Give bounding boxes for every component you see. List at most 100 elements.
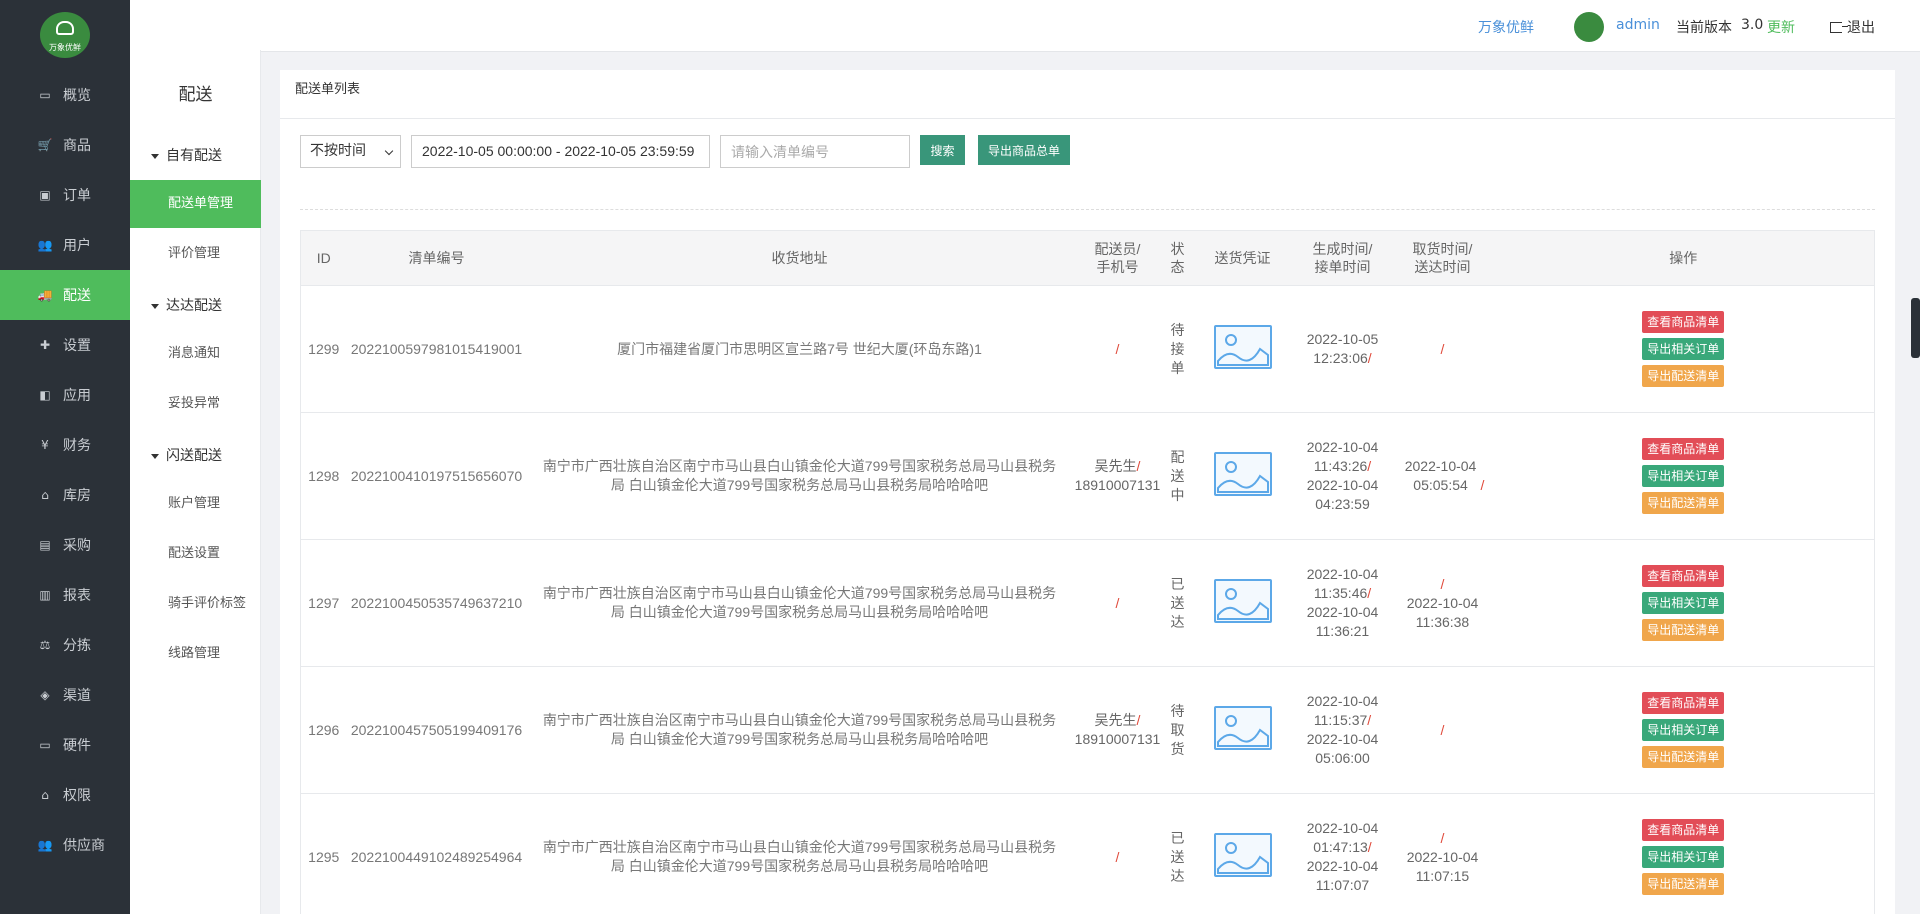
cell-status: 待接单 [1162, 285, 1193, 413]
accepted-time: 11:07:07 [1315, 877, 1370, 893]
image-placeholder-icon[interactable] [1213, 451, 1272, 496]
search-button[interactable]: 搜索 [920, 135, 965, 165]
view-items-button[interactable]: 查看商品清单 [1642, 311, 1725, 333]
export-delivery-button[interactable]: 导出配送清单 [1642, 746, 1725, 768]
col-created: 生成时间/接单时间 [1292, 230, 1393, 286]
bus-icon: ▤ [39, 538, 51, 552]
cell-ops: 查看商品清单 导出相关订单 导出配送清单 [1492, 412, 1875, 540]
nav-item-4[interactable]: 🚚 配送 [0, 270, 130, 320]
app-icon: ◧ [39, 388, 51, 402]
cell-order-no: 2022100450535749637210 [346, 539, 527, 667]
top-bar: 万象优鲜 admin 当前版本 3.0 更新 退出 [130, 0, 1920, 52]
export-orders-button[interactable]: 导出相关订单 [1642, 465, 1725, 487]
created-date: 2022-10-05 [1306, 331, 1379, 347]
nav-item-13[interactable]: ▭ 硬件 [0, 720, 130, 770]
created-date: 2022-10-04 [1306, 693, 1379, 709]
nav-item-10[interactable]: ▥ 报表 [0, 570, 130, 620]
status-char: 已 [1170, 829, 1185, 846]
cell-order-no: 2022100410197515656070 [346, 412, 527, 540]
export-orders-button[interactable]: 导出相关订单 [1642, 592, 1725, 614]
subnav-group-dada[interactable]: 达达配送 [151, 295, 222, 315]
nav-item-14[interactable]: ⌂ 权限 [0, 770, 130, 820]
cell-address: 南宁市广西壮族自治区南宁市马山县白山镇金伦大道799号国家税务总局马山县税务局 … [526, 793, 1073, 914]
subnav-group-flash[interactable]: 闪送配送 [151, 445, 222, 465]
scrollbar-thumb[interactable] [1911, 298, 1920, 358]
subnav-item-notifications[interactable]: 消息通知 [130, 330, 261, 378]
nav-item-8[interactable]: ⌂ 库房 [0, 470, 130, 520]
brand-link[interactable]: 万象优鲜 [1478, 17, 1534, 37]
separator: / [1115, 340, 1120, 357]
monitor-icon: ▭ [39, 88, 51, 102]
logo[interactable]: 万象优鲜 [40, 12, 90, 58]
nav-item-12[interactable]: ◈ 渠道 [0, 670, 130, 720]
subnav-group-own[interactable]: 自有配送 [151, 145, 222, 165]
export-delivery-button[interactable]: 导出配送清单 [1642, 873, 1725, 895]
user-name[interactable]: admin [1616, 17, 1660, 33]
bank-icon: ⌂ [41, 788, 49, 802]
export-delivery-button[interactable]: 导出配送清单 [1642, 619, 1725, 641]
nav-item-2[interactable]: ▣ 订单 [0, 170, 130, 220]
view-items-button[interactable]: 查看商品清单 [1642, 565, 1725, 587]
subnav-item-reviews[interactable]: 评价管理 [130, 230, 261, 278]
cell-ops: 查看商品清单 导出相关订单 导出配送清单 [1492, 285, 1875, 413]
address-text: 南宁市广西壮族自治区南宁市马山县白山镇金伦大道799号国家税务总局马山县税务局 … [542, 458, 1057, 493]
nav-item-label: 采购 [63, 538, 91, 554]
nav-item-11[interactable]: ⚖ 分拣 [0, 620, 130, 670]
separator: / [1115, 594, 1120, 611]
status-char: 待 [1170, 702, 1185, 719]
subnav-item-rider-tags[interactable]: 骑手评价标签 [130, 580, 261, 628]
subnav-item-account[interactable]: 账户管理 [130, 480, 261, 528]
table-header-row: ID 清单编号 收货地址 配送员/手机号 状态 送货凭证 生成时间/接单时间 取… [300, 230, 1875, 286]
nav-item-5[interactable]: ✚ 设置 [0, 320, 130, 370]
courier-phone: 18910007131 [1074, 477, 1161, 493]
image-placeholder-icon[interactable] [1213, 324, 1272, 369]
logo-text: 万象优鲜 [49, 43, 81, 52]
address-text: 厦门市福建省厦门市思明区宣兰路7号 世纪大厦(环岛东路)1 [617, 340, 982, 357]
nav-item-1[interactable]: 🛒 商品 [0, 120, 130, 170]
image-placeholder-icon[interactable] [1213, 832, 1272, 877]
nav-item-0[interactable]: ▭ 概览 [0, 70, 130, 120]
order-number-search-input[interactable] [720, 135, 910, 168]
nav-item-9[interactable]: ▤ 采购 [0, 520, 130, 570]
scrollbar-track[interactable] [1905, 52, 1920, 914]
image-placeholder-icon[interactable] [1213, 578, 1272, 623]
main-panel: 配送单列表 不按时间 2022-10-05 00:00:00 - 2022-10… [280, 70, 1895, 914]
col-status: 状态 [1162, 230, 1193, 286]
nav-item-label: 设置 [63, 338, 91, 354]
cell-order-no: 2022100449102489254964 [346, 793, 527, 914]
export-orders-button[interactable]: 导出相关订单 [1642, 719, 1725, 741]
nav-item-7[interactable]: ¥ 财务 [0, 420, 130, 470]
date-range-input[interactable]: 2022-10-05 00:00:00 - 2022-10-05 23:59:5… [411, 135, 710, 168]
export-orders-button[interactable]: 导出相关订单 [1642, 846, 1725, 868]
export-orders-button[interactable]: 导出相关订单 [1642, 338, 1725, 360]
divider [280, 118, 1895, 119]
view-items-button[interactable]: 查看商品清单 [1642, 438, 1725, 460]
nav-item-15[interactable]: 👥 供应商 [0, 820, 130, 870]
nav-item-6[interactable]: ◧ 应用 [0, 370, 130, 420]
view-items-button[interactable]: 查看商品清单 [1642, 692, 1725, 714]
avatar[interactable] [1574, 12, 1604, 42]
nav-item-3[interactable]: 👥 用户 [0, 220, 130, 270]
time-filter-select[interactable]: 不按时间 [300, 135, 401, 168]
subnav-item-routes[interactable]: 线路管理 [130, 630, 261, 678]
scale-icon: ⚖ [39, 638, 51, 652]
courier-name: 吴先生 [1094, 458, 1137, 474]
logout-button[interactable]: 退出 [1830, 17, 1875, 37]
export-summary-button[interactable]: 导出商品总单 [978, 135, 1070, 165]
export-delivery-button[interactable]: 导出配送清单 [1642, 365, 1725, 387]
cell-id: 1296 [300, 666, 347, 794]
nav-item-label: 报表 [63, 588, 91, 604]
subnav-item-delivery-orders[interactable]: 配送单管理 [130, 180, 261, 228]
subnav-item-delivery-exceptions[interactable]: 妥投异常 [130, 380, 261, 428]
view-items-button[interactable]: 查看商品清单 [1642, 819, 1725, 841]
export-delivery-button[interactable]: 导出配送清单 [1642, 492, 1725, 514]
cell-pickup: / 2022-10-04 11:36:38 [1392, 539, 1493, 667]
subnav-item-delivery-settings[interactable]: 配送设置 [130, 530, 261, 578]
separator: / [1136, 458, 1141, 474]
update-link[interactable]: 更新 [1767, 17, 1795, 37]
image-placeholder-icon[interactable] [1213, 705, 1272, 750]
table-row: 1295 2022100449102489254964 南宁市广西壮族自治区南宁… [300, 793, 1875, 914]
accepted-time: 05:06:00 [1315, 750, 1370, 766]
created-date: 2022-10-04 [1306, 566, 1379, 582]
status-char: 配 [1170, 448, 1185, 465]
